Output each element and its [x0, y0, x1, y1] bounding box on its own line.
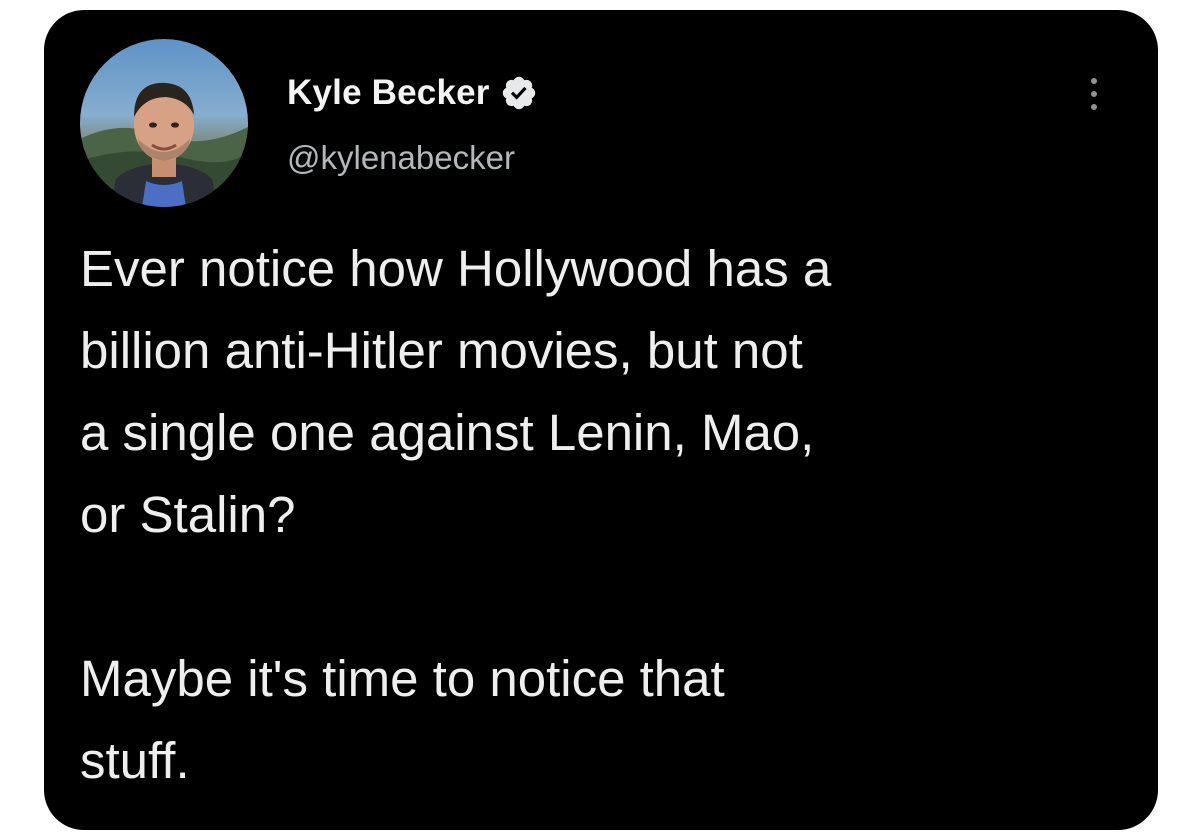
- more-options-icon: [1091, 78, 1097, 84]
- author-display-name[interactable]: Kyle Becker: [287, 73, 490, 113]
- tweet-paragraph: Maybe it's time to notice that stuff.: [80, 638, 1140, 802]
- tweet-line: Ever notice how Hollywood has a: [80, 240, 832, 297]
- more-options-icon-dot: [1091, 91, 1097, 97]
- tweet-line: stuff.: [80, 732, 190, 789]
- profile-photo: [80, 39, 248, 207]
- author-handle[interactable]: @kylenabecker: [287, 138, 515, 178]
- tweet-card: Kyle Becker @kylenabecker Ever notice ho…: [44, 10, 1158, 830]
- tweet-paragraph: Ever notice how Hollywood has a billion …: [80, 228, 1140, 556]
- tweet-line: Maybe it's time to notice that: [80, 650, 725, 707]
- more-options-button[interactable]: [1080, 72, 1108, 116]
- avatar[interactable]: [80, 39, 248, 207]
- author-name-row[interactable]: Kyle Becker: [287, 73, 538, 113]
- tweet-text: Ever notice how Hollywood has a billion …: [80, 228, 1140, 802]
- verified-badge-icon: [502, 76, 535, 110]
- more-options-icon-dot: [1091, 104, 1097, 110]
- tweet-line: a single one against Lenin, Mao,: [80, 404, 815, 461]
- tweet-line: or Stalin?: [80, 486, 296, 543]
- tweet-line: billion anti-Hitler movies, but not: [80, 322, 803, 379]
